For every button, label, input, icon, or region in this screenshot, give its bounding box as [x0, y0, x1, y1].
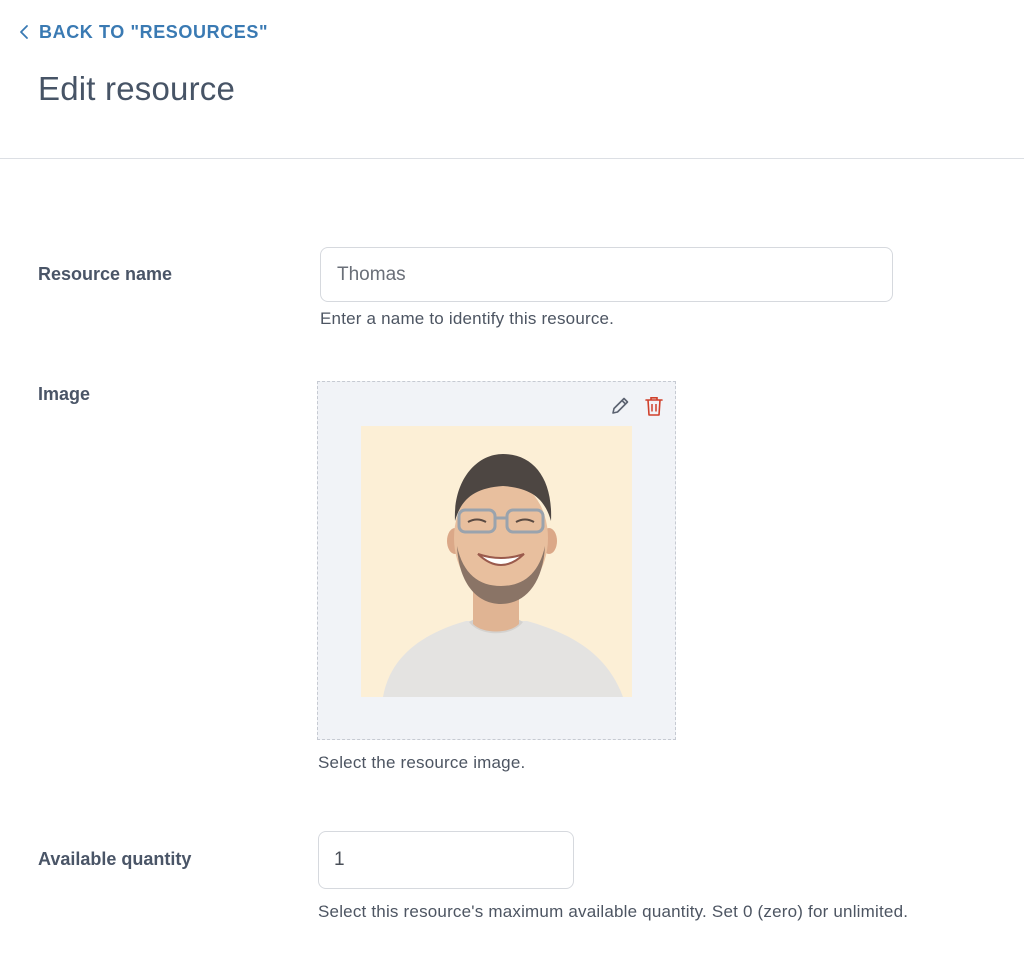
edit-image-button[interactable]: [608, 394, 632, 418]
available-quantity-label: Available quantity: [38, 849, 192, 869]
page-header: BACK TO "RESOURCES" Edit resource: [0, 0, 1024, 159]
chevron-left-icon: [20, 25, 28, 39]
back-link-label: BACK TO "RESOURCES": [39, 21, 269, 42]
page-title: Edit resource: [38, 70, 236, 107]
image-dropzone[interactable]: [317, 381, 676, 740]
resource-name-label: Resource name: [38, 264, 173, 284]
delete-image-button[interactable]: [642, 394, 666, 418]
available-quantity-help: Select this resource's maximum available…: [318, 902, 909, 921]
available-quantity-input[interactable]: [318, 831, 574, 889]
image-label: Image: [38, 384, 91, 404]
back-to-resources-link[interactable]: BACK TO "RESOURCES": [18, 20, 268, 44]
resource-name-help: Enter a name to identify this resource.: [320, 309, 615, 328]
image-help: Select the resource image.: [318, 753, 526, 772]
resource-name-input[interactable]: [320, 247, 893, 302]
resource-photo: [361, 426, 632, 697]
pencil-icon: [612, 397, 629, 414]
trash-icon: [645, 397, 663, 416]
